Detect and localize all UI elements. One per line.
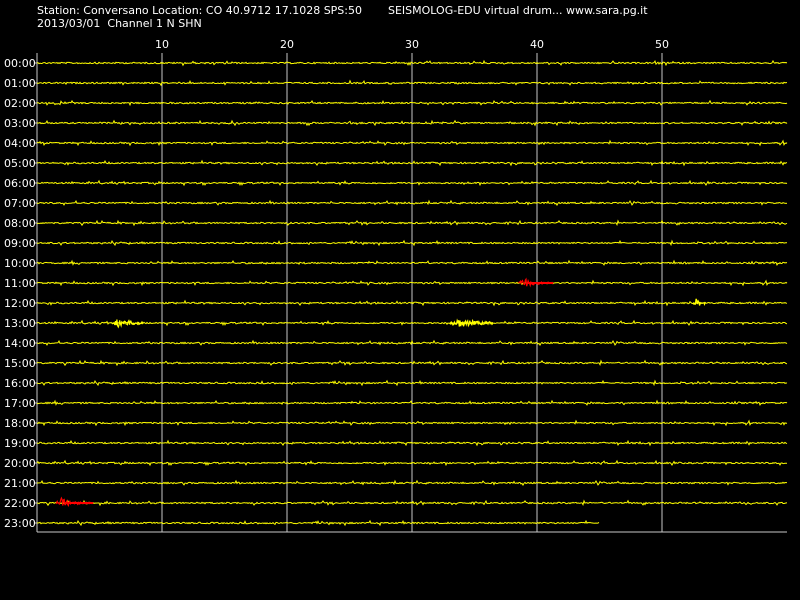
hour-label-12:00: 12:00 (4, 297, 36, 310)
hour-label-16:00: 16:00 (4, 377, 36, 390)
hour-label-18:00: 18:00 (4, 417, 36, 430)
hour-label-15:00: 15:00 (4, 357, 36, 370)
hour-label-00:00: 00:00 (4, 57, 36, 70)
hour-label-11:00: 11:00 (4, 277, 36, 290)
hour-label-03:00: 03:00 (4, 117, 36, 130)
hour-label-20:00: 20:00 (4, 457, 36, 470)
x-tick-20: 20 (280, 38, 294, 51)
hour-label-10:00: 10:00 (4, 257, 36, 270)
hour-label-22:00: 22:00 (4, 497, 36, 510)
x-tick-40: 40 (530, 38, 544, 51)
hour-label-09:00: 09:00 (4, 237, 36, 250)
x-tick-50: 50 (655, 38, 669, 51)
hour-label-07:00: 07:00 (4, 197, 36, 210)
hour-label-13:00: 13:00 (4, 317, 36, 330)
hour-label-23:00: 23:00 (4, 517, 36, 530)
hour-label-06:00: 06:00 (4, 177, 36, 190)
hour-label-04:00: 04:00 (4, 137, 36, 150)
hour-label-14:00: 14:00 (4, 337, 36, 350)
seismogram-drum: 10 20 30 40 50 00:00 01:00 02:00 03:00 04:00 05:00… (4, 38, 788, 533)
hour-label-05:00: 05:00 (4, 157, 36, 170)
hour-label-21:00: 21:00 (4, 477, 36, 490)
x-tick-30: 30 (405, 38, 419, 51)
hour-label-17:00: 17:00 (4, 397, 36, 410)
hour-label-01:00: 01:00 (4, 77, 36, 90)
hour-label-19:00: 19:00 (4, 437, 36, 450)
hour-label-08:00: 08:00 (4, 217, 36, 230)
x-tick-10: 10 (155, 38, 169, 51)
hour-label-02:00: 02:00 (4, 97, 36, 110)
